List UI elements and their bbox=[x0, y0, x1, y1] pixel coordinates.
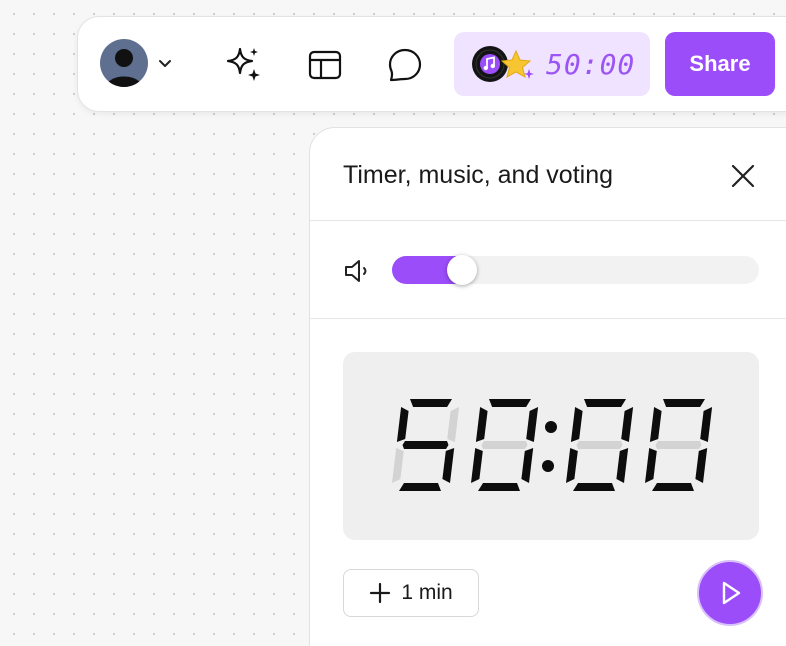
clock-segment bbox=[399, 483, 441, 491]
clock-segment bbox=[526, 407, 539, 442]
clock-segment bbox=[410, 399, 452, 407]
user-avatar-icon bbox=[100, 39, 148, 87]
timer-chip-time: 50:00 bbox=[546, 48, 636, 81]
chevron-down-icon bbox=[159, 60, 171, 67]
clock-segment bbox=[447, 407, 460, 442]
clock-segment bbox=[478, 483, 520, 491]
clock-segment bbox=[471, 448, 483, 483]
clock-colon-dot bbox=[545, 421, 557, 433]
timer-music-voting-panel: Timer, music, and voting 1 min bbox=[309, 127, 786, 646]
clock-colon-dot bbox=[542, 460, 554, 472]
play-icon bbox=[722, 581, 741, 605]
add-one-minute-button[interactable]: 1 min bbox=[343, 569, 479, 617]
clock-segment bbox=[396, 407, 409, 442]
volume-icon[interactable] bbox=[343, 257, 373, 285]
add-one-minute-label: 1 min bbox=[401, 581, 453, 604]
comment-icon[interactable] bbox=[385, 45, 425, 85]
sparkles-icon[interactable] bbox=[224, 45, 264, 85]
clock-segment bbox=[521, 448, 534, 483]
clock-segment bbox=[576, 441, 623, 449]
clock-segment bbox=[475, 407, 488, 442]
star-icon bbox=[501, 49, 534, 79]
clock-segment bbox=[700, 407, 713, 442]
clock-segment bbox=[663, 399, 705, 407]
play-button[interactable] bbox=[697, 560, 763, 626]
volume-slider[interactable] bbox=[392, 255, 759, 285]
timer-status-chip[interactable]: 50:00 bbox=[454, 32, 650, 96]
clock-segment bbox=[645, 448, 657, 483]
clock-segment bbox=[573, 483, 615, 491]
clock-segment bbox=[481, 441, 528, 449]
volume-slider-thumb[interactable] bbox=[447, 255, 477, 285]
layout-icon[interactable] bbox=[305, 45, 345, 85]
panel-divider bbox=[310, 220, 786, 221]
clock-segment bbox=[649, 407, 662, 442]
top-toolbar: 50:00 Share bbox=[77, 16, 786, 112]
plus-icon bbox=[370, 582, 391, 604]
clock-segment bbox=[695, 448, 708, 483]
user-menu-button[interactable] bbox=[100, 39, 172, 87]
clock-segment bbox=[402, 441, 449, 449]
clock-segment bbox=[566, 448, 578, 483]
clock-segment bbox=[442, 448, 455, 483]
clock-segment bbox=[570, 407, 583, 442]
panel-title: Timer, music, and voting bbox=[343, 161, 614, 189]
clock-segment bbox=[489, 399, 531, 407]
clock-segment bbox=[584, 399, 626, 407]
panel-divider bbox=[310, 318, 786, 319]
clock-segment bbox=[621, 407, 634, 442]
clock-segment bbox=[392, 448, 404, 483]
seven-segment-clock bbox=[392, 399, 713, 491]
close-icon[interactable] bbox=[728, 161, 758, 191]
clock-segment bbox=[655, 441, 702, 449]
clock-segment bbox=[616, 448, 629, 483]
share-button[interactable]: Share bbox=[665, 32, 775, 96]
timer-display bbox=[343, 352, 759, 540]
clock-segment bbox=[652, 483, 694, 491]
